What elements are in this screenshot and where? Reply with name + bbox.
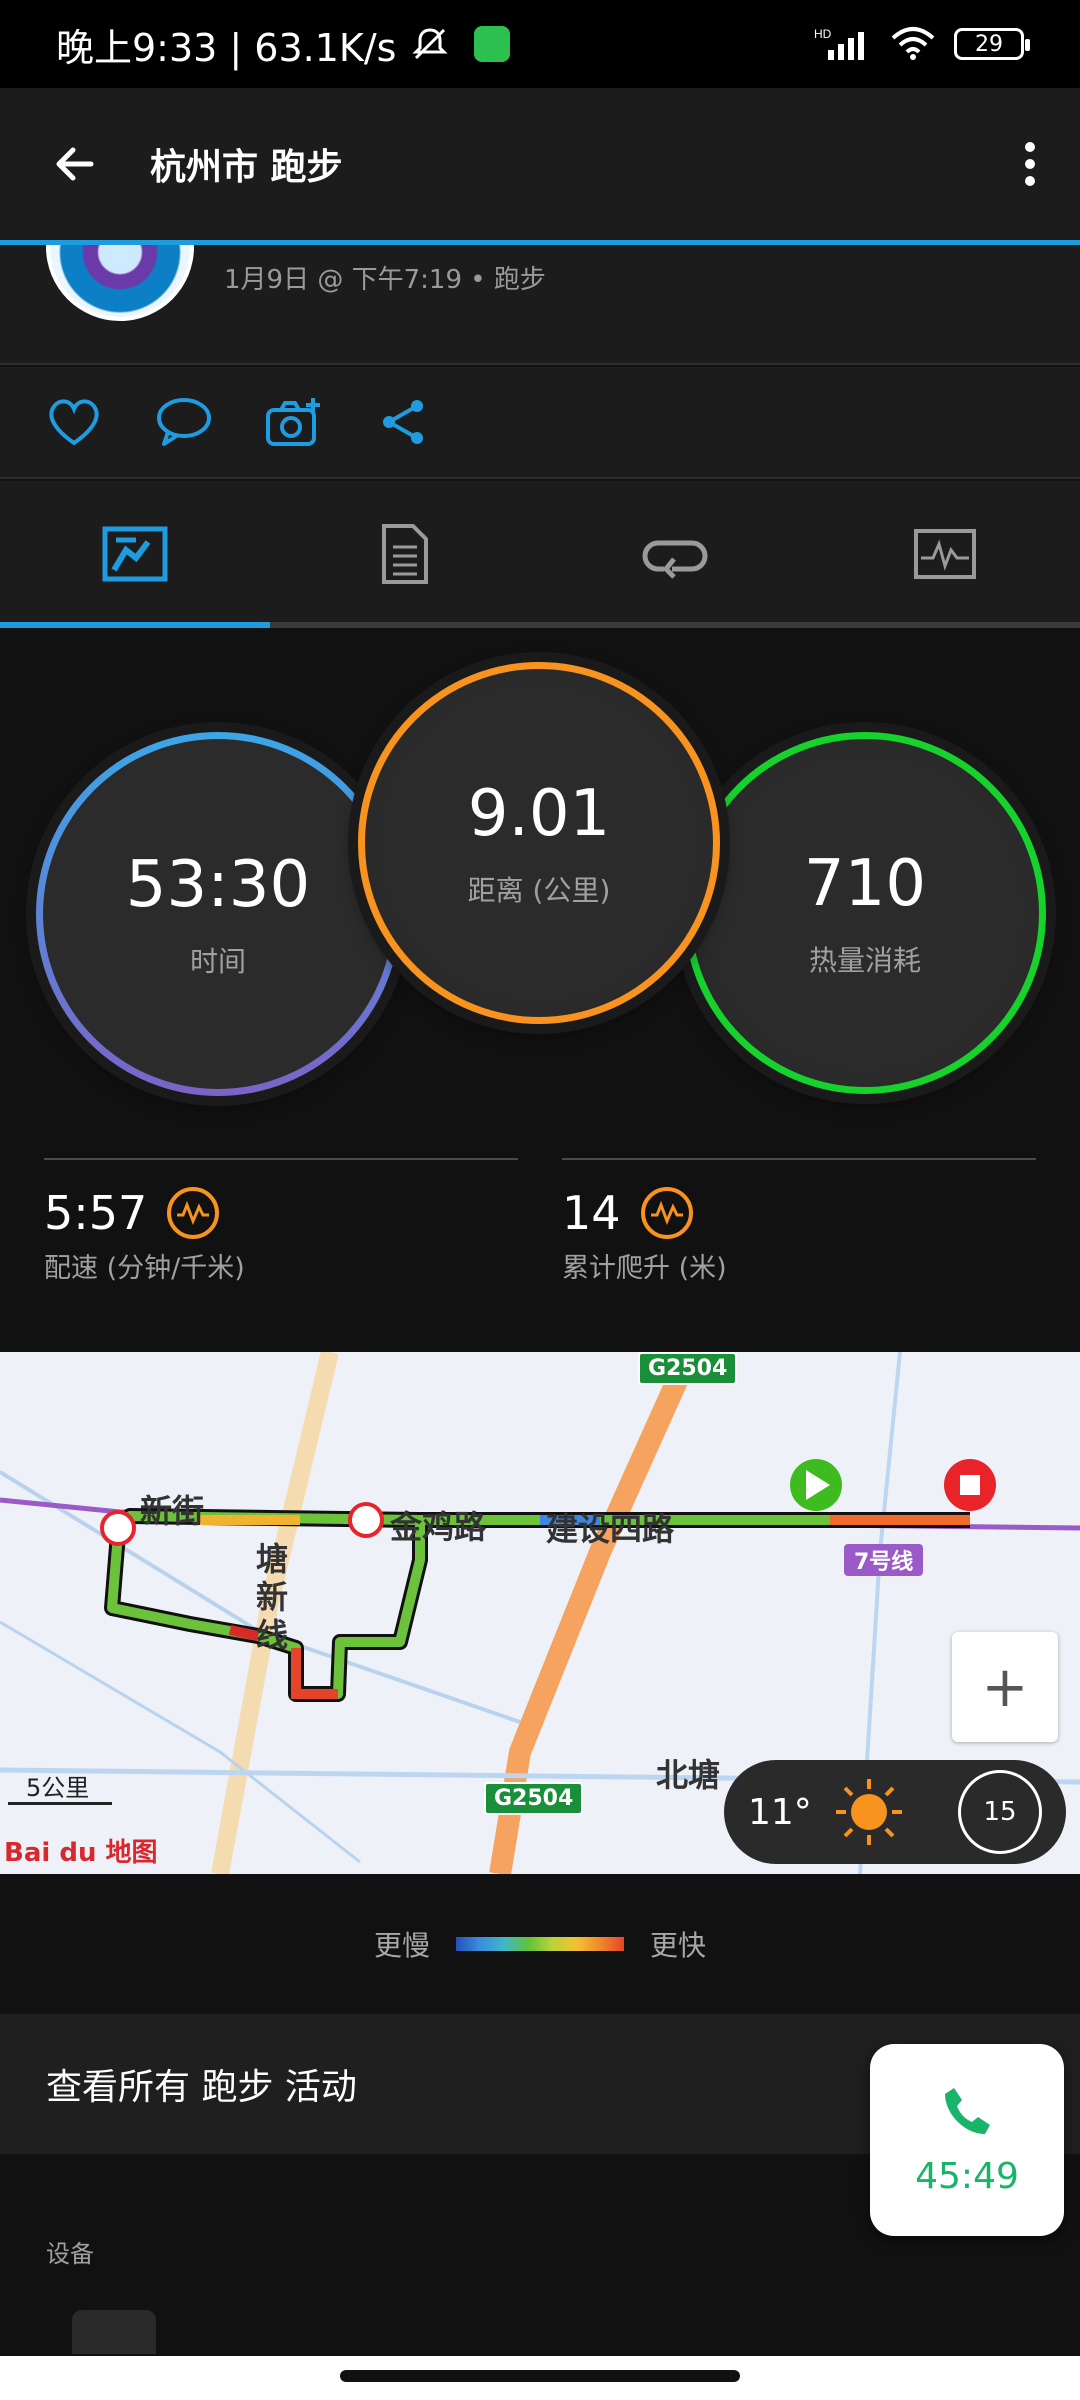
status-time-speed: 晚上9:33 | 63.1K/s — [56, 25, 397, 70]
heart-icon — [49, 399, 99, 446]
metro-line-badge: 7号线 — [844, 1544, 924, 1576]
elevation-trend-icon[interactable] — [640, 1187, 693, 1239]
calories-ring: 710 热量消耗 — [684, 732, 1046, 1094]
battery-indicator: 29 — [954, 28, 1030, 60]
map-label-jinlu: 金鸡路 — [390, 1508, 487, 1546]
wind-speed: 15 — [983, 1797, 1017, 1827]
activity-header: 1月9日 @ 下午7:19 • 跑步 — [0, 245, 1080, 365]
comment-bubble-icon — [157, 398, 211, 446]
camera-plus-icon — [266, 398, 320, 446]
distance-label: 距离 (公里) — [467, 874, 611, 907]
calories-label: 热量消耗 — [808, 944, 921, 977]
more-options-button[interactable] — [980, 88, 1080, 240]
legend-slower: 更慢 — [373, 1929, 430, 1962]
tab-overview[interactable] — [0, 481, 270, 627]
distance-ring: 9.01 距离 (公里) — [358, 662, 720, 1024]
activity-tabs — [0, 481, 1080, 627]
call-duration: 45:49 — [915, 2155, 1019, 2197]
watch-icon — [72, 2310, 156, 2354]
elevation-value: 14 — [562, 1186, 621, 1240]
home-gesture-handle[interactable] — [340, 2370, 740, 2382]
tab-details[interactable] — [270, 481, 540, 627]
map-label-beitang: 北塘 — [656, 1756, 721, 1794]
arrow-left-icon — [56, 147, 94, 181]
pace-trend-icon[interactable] — [167, 1187, 220, 1239]
app-bar: 杭州市 跑步 — [0, 88, 1080, 240]
calories-value: 710 — [803, 847, 927, 921]
back-button[interactable] — [0, 88, 150, 240]
sun-icon — [835, 1779, 902, 1845]
elevation-stat: 14 累计爬升 (米) — [562, 1158, 1036, 1285]
map-label-tangxin: 塘新线 — [256, 1540, 289, 1654]
time-value: 53:30 — [125, 848, 311, 922]
speed-legend: 更慢 更快 — [0, 1874, 1080, 2014]
time-label: 时间 — [189, 945, 246, 978]
mute-icon — [412, 28, 449, 60]
time-ring: 53:30 时间 — [36, 732, 400, 1096]
tab-laps[interactable] — [540, 481, 810, 627]
distance-value: 9.01 — [467, 777, 611, 851]
zoom-in-button[interactable]: + — [952, 1632, 1058, 1742]
highway-sign-bottom: G2504 — [484, 1782, 584, 1815]
baidu-map-logo: Bai du 地图 — [4, 1838, 158, 1868]
weather-widget: 11° 15 — [724, 1760, 1066, 1864]
map-scale-label: 5公里 — [26, 1774, 90, 1802]
wifi-icon — [891, 27, 935, 60]
speed-gradient-bar — [456, 1937, 624, 1951]
svg-text:HD: HD — [814, 27, 832, 41]
share-button[interactable] — [374, 392, 434, 452]
comment-button[interactable] — [154, 392, 214, 452]
device-label: 设备 — [46, 2240, 94, 2268]
like-button[interactable] — [44, 392, 104, 452]
tab-charts[interactable] — [810, 481, 1080, 627]
legend-faster: 更快 — [650, 1929, 707, 1962]
weather-temperature: 11° — [748, 1791, 812, 1833]
ongoing-call-widget[interactable]: 45:49 — [870, 2044, 1064, 2236]
pace-value: 5:57 — [44, 1186, 148, 1240]
status-bar: 晚上9:33 | 63.1K/s HD 29 — [0, 0, 1080, 88]
wind-speed-dial: 15 — [958, 1770, 1042, 1854]
share-icon — [383, 400, 423, 444]
elevation-label: 累计爬升 (米) — [562, 1253, 727, 1284]
stats-section: 53:30 时间 710 热量消耗 9.01 距离 (公里) 5:57 配速 (… — [0, 628, 1080, 1350]
pace-stat: 5:57 配速 (分钟/千米) — [44, 1158, 518, 1285]
activity-meta: 1月9日 @ 下午7:19 • 跑步 — [224, 265, 546, 295]
highway-sign-top: G2504 — [638, 1352, 738, 1385]
page-title: 杭州市 跑步 — [150, 147, 343, 188]
actions-row — [0, 367, 1080, 479]
wechat-icon — [474, 26, 511, 62]
document-icon — [382, 524, 428, 584]
avatar[interactable] — [46, 245, 194, 321]
map-scale-bar — [8, 1802, 112, 1805]
pace-label: 配速 (分钟/千米) — [44, 1253, 245, 1284]
map-label-xinjie: 新街 — [140, 1492, 205, 1530]
phone-icon — [945, 2087, 990, 2134]
heart-rate-chart-icon — [914, 529, 976, 579]
add-photo-button[interactable] — [264, 392, 324, 452]
laps-loop-icon — [642, 540, 708, 579]
cellular-signal-icon: HD — [814, 27, 864, 60]
overview-chart-icon — [102, 526, 168, 582]
more-vertical-icon — [1025, 142, 1035, 186]
map-label-jianshe: 建设四路 — [546, 1510, 675, 1548]
